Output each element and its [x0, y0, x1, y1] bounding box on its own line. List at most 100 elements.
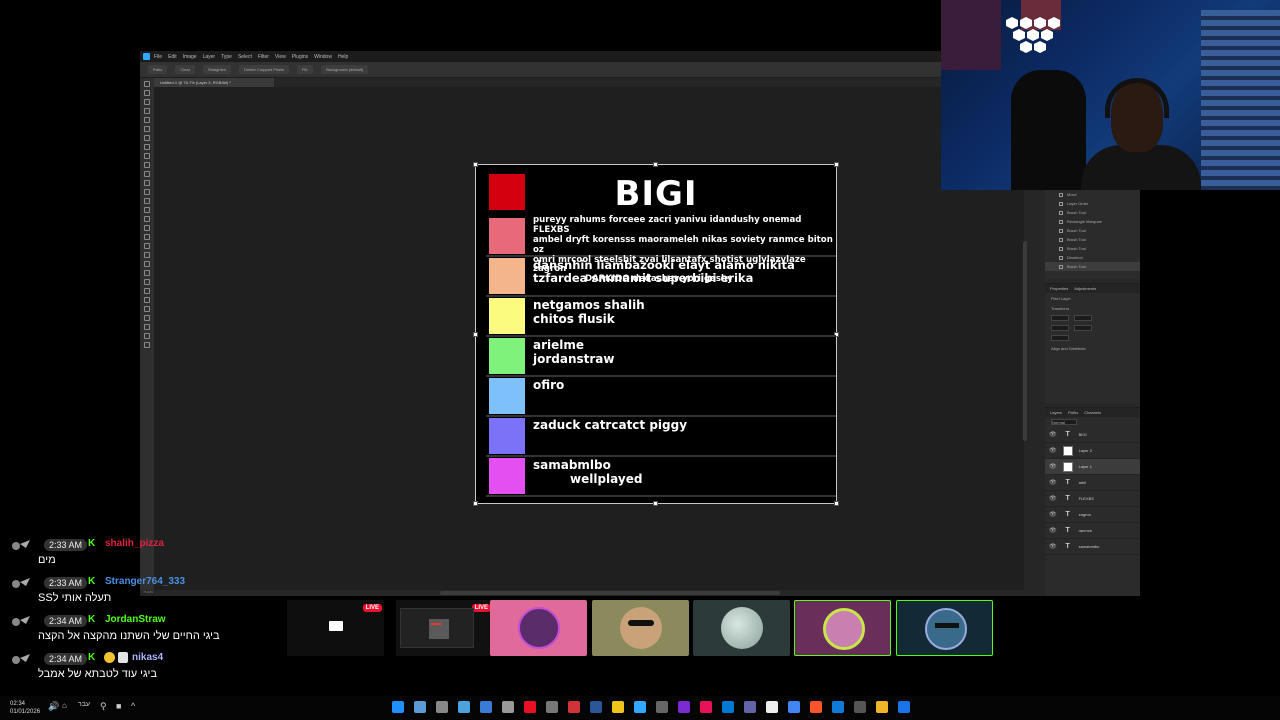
taskbar-app-icon[interactable] — [634, 701, 646, 713]
taskbar-app-icon[interactable] — [678, 701, 690, 713]
tool-icon[interactable] — [144, 324, 150, 330]
tool-icon[interactable] — [144, 81, 150, 87]
stream-tile-pink[interactable] — [490, 600, 587, 656]
tool-icon[interactable] — [144, 279, 150, 285]
menu-file[interactable]: File — [154, 54, 162, 60]
chat-username[interactable]: JordanStraw — [105, 614, 166, 625]
taskbar-app-icon[interactable] — [458, 701, 470, 713]
language-indicator[interactable]: עבר — [78, 701, 90, 708]
layer-row[interactable]: 👁 T FLEXBS — [1045, 491, 1140, 507]
history-item[interactable]: Layer Order — [1045, 199, 1140, 208]
tool-icon[interactable] — [144, 153, 150, 159]
visibility-eye-icon[interactable]: 👁 — [1049, 511, 1057, 518]
taskbar-app-icon[interactable] — [568, 701, 580, 713]
panel-tab-adjustments[interactable]: Adjustments — [1074, 286, 1096, 291]
tool-icon[interactable] — [144, 126, 150, 132]
layer-row[interactable]: 👁 Tzagron — [1045, 507, 1140, 523]
tierlist-image[interactable]: BIGI pureyy rahums forceee zacri yanivu … — [473, 162, 839, 506]
menu-layer[interactable]: Layer — [203, 54, 216, 60]
taskbar-app-icon[interactable] — [392, 701, 404, 713]
transform-handle[interactable] — [653, 501, 658, 506]
taskbar-app-icon[interactable] — [502, 701, 514, 713]
tool-icon[interactable] — [144, 189, 150, 195]
history-item[interactable]: Brush Tool — [1045, 235, 1140, 244]
tool-icon[interactable] — [144, 225, 150, 231]
history-item[interactable]: Rectangle Marquee — [1045, 217, 1140, 226]
chat-username[interactable]: Stranger764_333 — [105, 576, 185, 587]
stream-tile-anime[interactable] — [794, 600, 891, 656]
transform-handle[interactable] — [834, 162, 839, 167]
visibility-eye-icon[interactable]: 👁 — [1049, 495, 1057, 502]
tool-icon[interactable] — [144, 108, 150, 114]
visibility-eye-icon[interactable]: 👁 — [1049, 527, 1057, 534]
angle-field[interactable] — [1051, 335, 1069, 341]
menu-view[interactable]: View — [275, 54, 286, 60]
tool-icon[interactable] — [144, 234, 150, 240]
transform-handle[interactable] — [473, 501, 478, 506]
horizontal-scrollbar[interactable] — [440, 591, 780, 595]
taskbar-app-icon[interactable] — [788, 701, 800, 713]
tool-icon[interactable] — [144, 333, 150, 339]
option-item[interactable]: Delete Cropped Pixels — [239, 65, 289, 74]
layer-row[interactable]: 👁 Layer 2 — [1045, 443, 1140, 459]
tool-icon[interactable] — [144, 216, 150, 222]
tool-icon[interactable] — [144, 297, 150, 303]
tool-icon[interactable] — [144, 135, 150, 141]
layer-row[interactable]: 👁 T BIGI — [1045, 427, 1140, 443]
chat-username[interactable]: nikas4 — [132, 652, 163, 663]
vertical-scrollbar[interactable] — [1023, 241, 1027, 441]
transform-handle[interactable] — [473, 162, 478, 167]
y-field[interactable] — [1074, 325, 1092, 331]
transform-handle[interactable] — [834, 501, 839, 506]
stream-tile-orb[interactable] — [693, 600, 790, 656]
stream-tile-sunglasses[interactable] — [592, 600, 689, 656]
x-field[interactable] — [1074, 315, 1092, 321]
tool-icon[interactable] — [144, 207, 150, 213]
taskbar-app-icon[interactable] — [436, 701, 448, 713]
taskbar-app-icon[interactable] — [546, 701, 558, 713]
option-item[interactable]: Fill: — [296, 65, 314, 74]
tool-icon[interactable] — [144, 162, 150, 168]
transform-handle[interactable] — [473, 332, 478, 337]
panel-tab-paths[interactable]: Paths — [1068, 410, 1078, 415]
menu-select[interactable]: Select — [238, 54, 252, 60]
layer-row[interactable]: 👁 Tranmce — [1045, 523, 1140, 539]
tool-icon[interactable] — [144, 342, 150, 348]
tool-icon[interactable] — [144, 171, 150, 177]
visibility-eye-icon[interactable]: 👁 — [1049, 463, 1057, 470]
taskbar-app-icon[interactable] — [898, 701, 910, 713]
chat-username[interactable]: shalih_pizza — [105, 538, 164, 549]
tool-icon[interactable] — [144, 315, 150, 321]
menu-plugins[interactable]: Plugins — [292, 54, 308, 60]
layer-row[interactable]: 👁 Tariel — [1045, 475, 1140, 491]
history-item[interactable]: Brush Tool — [1045, 226, 1140, 235]
taskbar-app-icon[interactable] — [876, 701, 888, 713]
tool-icon[interactable] — [144, 90, 150, 96]
history-item[interactable]: Brush Tool — [1045, 262, 1140, 271]
tool-icon[interactable] — [144, 252, 150, 258]
option-item[interactable]: Ratio — [148, 65, 168, 74]
tool-icon[interactable] — [144, 243, 150, 249]
height-field[interactable] — [1051, 325, 1069, 331]
tool-icon[interactable] — [144, 270, 150, 276]
taskbar-app-icon[interactable] — [854, 701, 866, 713]
taskbar-app-icon[interactable] — [832, 701, 844, 713]
taskbar-app-icon[interactable] — [524, 701, 536, 713]
tray-app-icon[interactable]: ■ — [116, 701, 121, 711]
blend-mode-select[interactable]: Normal — [1051, 419, 1077, 425]
taskbar-app-icon[interactable] — [414, 701, 426, 713]
tool-icon[interactable] — [144, 99, 150, 105]
document-tab[interactable]: Untitled-1 @ 76.7% (Layer 3, RGB/8#) * — [154, 78, 274, 87]
visibility-eye-icon[interactable]: 👁 — [1049, 479, 1057, 486]
tool-icon[interactable] — [144, 198, 150, 204]
taskbar-app-icon[interactable] — [700, 701, 712, 713]
visibility-eye-icon[interactable]: 👁 — [1049, 447, 1057, 454]
taskbar-app-icon[interactable] — [810, 701, 822, 713]
chevron-up-icon[interactable]: ^ — [131, 701, 135, 711]
volume-icon[interactable]: 🔊 — [48, 701, 59, 712]
visibility-eye-icon[interactable]: 👁 — [1049, 431, 1057, 438]
stream-tile-cat[interactable] — [896, 600, 993, 656]
width-field[interactable] — [1051, 315, 1069, 321]
menu-window[interactable]: Window — [314, 54, 332, 60]
taskbar-app-icon[interactable] — [744, 701, 756, 713]
